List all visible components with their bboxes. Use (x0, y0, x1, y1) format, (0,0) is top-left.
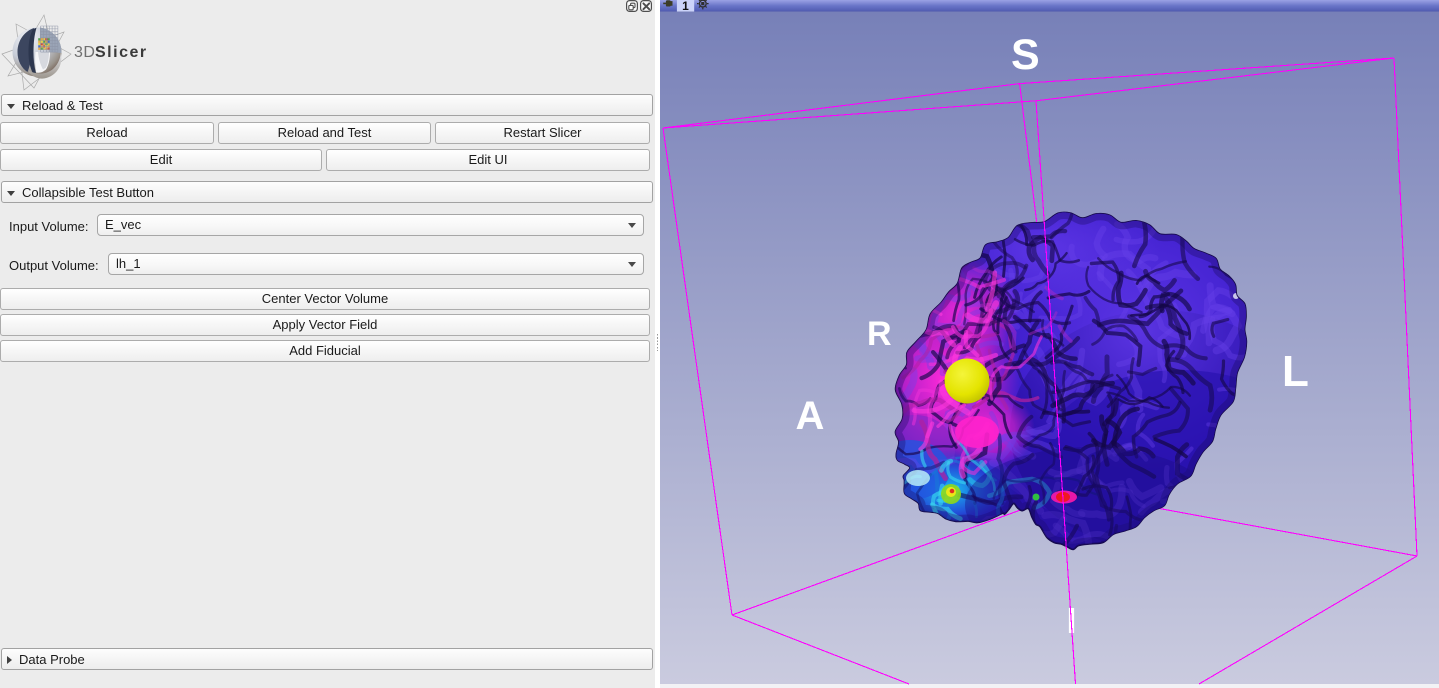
svg-text:R: R (867, 315, 892, 353)
svg-text:1: 1 (682, 0, 689, 13)
svg-text:S: S (1011, 31, 1040, 79)
svg-text:A: A (796, 394, 825, 438)
svg-text:3D: 3D (74, 44, 95, 61)
svg-text:L: L (1282, 347, 1309, 396)
svg-text:Slicer: Slicer (95, 44, 148, 61)
